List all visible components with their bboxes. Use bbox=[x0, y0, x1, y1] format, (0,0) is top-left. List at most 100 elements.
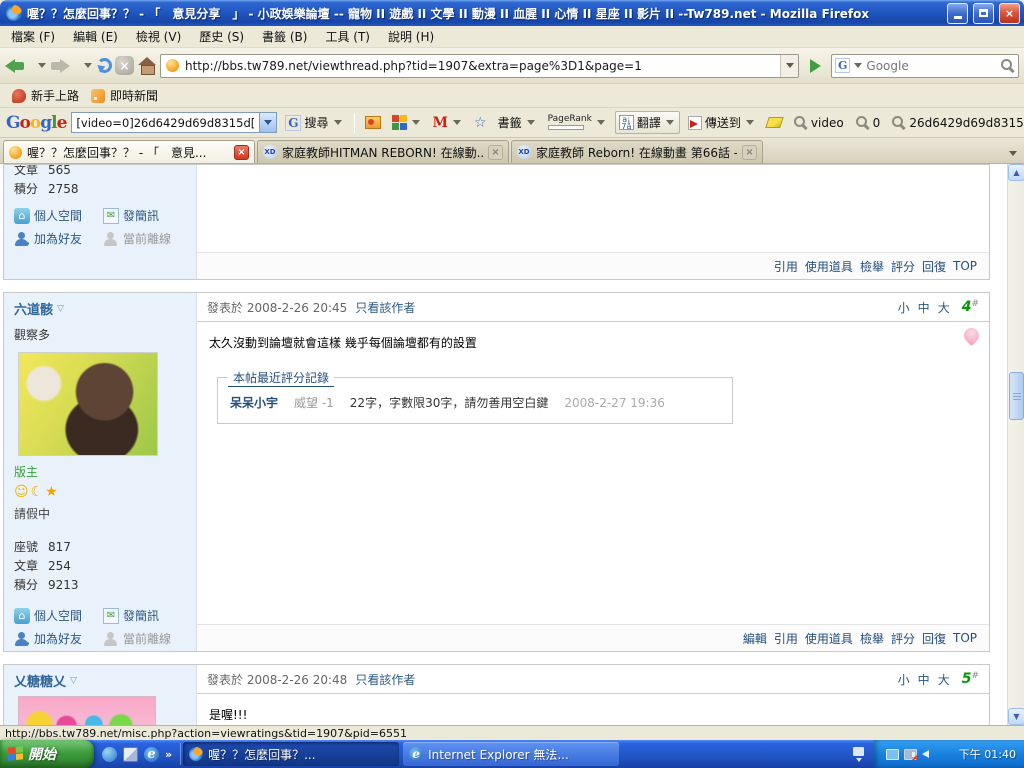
find-term-video[interactable]: video bbox=[790, 113, 847, 132]
bookmark-getting-started[interactable]: 新手上路 bbox=[8, 85, 83, 106]
report-link[interactable]: 檢舉 bbox=[860, 630, 884, 647]
menu-edit[interactable]: 編輯 (E) bbox=[64, 26, 127, 47]
forward-button[interactable] bbox=[51, 52, 79, 80]
send-pm-link[interactable]: ✉發簡訊 bbox=[103, 207, 186, 224]
tab-close-button[interactable]: × bbox=[742, 145, 757, 160]
tab-reborn-ep66[interactable]: 家庭教師 Reborn! 在線動畫 第66話 -... × bbox=[511, 140, 763, 163]
avatar[interactable] bbox=[18, 696, 156, 725]
back-history-dropdown[interactable] bbox=[38, 63, 46, 68]
stop-button[interactable]: × bbox=[115, 52, 134, 80]
search-engine-dropdown[interactable] bbox=[854, 63, 862, 68]
author-name[interactable]: 六道骸 bbox=[14, 299, 53, 318]
scroll-up-button[interactable]: ▲ bbox=[1008, 164, 1024, 181]
close-button[interactable]: × bbox=[999, 3, 1020, 24]
menu-view[interactable]: 檢視 (V) bbox=[127, 26, 190, 47]
taskbar-clock[interactable]: 下午 01:40 bbox=[959, 746, 1016, 762]
bookmark-latest-news[interactable]: 即時新聞 bbox=[87, 85, 162, 106]
minimize-button[interactable] bbox=[947, 3, 968, 24]
only-author-link[interactable]: 只看該作者 bbox=[355, 299, 415, 316]
avatar[interactable] bbox=[18, 352, 158, 456]
edit-link[interactable]: 編輯 bbox=[743, 630, 767, 647]
google-search-combo[interactable]: [video=0]26d6429d69d8315d[ bbox=[71, 112, 277, 133]
top-link[interactable]: TOP bbox=[953, 631, 977, 645]
tab-close-button[interactable]: × bbox=[234, 145, 249, 160]
rate-link[interactable]: 評分 bbox=[891, 630, 915, 647]
font-large-link[interactable]: 大 bbox=[938, 671, 950, 688]
search-icon[interactable] bbox=[1000, 58, 1015, 73]
only-author-link[interactable]: 只看該作者 bbox=[355, 671, 415, 688]
google-query-text[interactable]: [video=0]26d6429d69d8315d[ bbox=[72, 116, 259, 130]
address-bar[interactable]: http://bbs.tw789.net/viewthread.php?tid=… bbox=[160, 54, 799, 78]
report-link[interactable]: 檢舉 bbox=[860, 258, 884, 275]
rate-link[interactable]: 評分 bbox=[891, 258, 915, 275]
font-medium-link[interactable]: 中 bbox=[918, 671, 930, 688]
author-name[interactable]: 乂糖糖乂 bbox=[14, 671, 66, 690]
reply-link[interactable]: 回復 bbox=[922, 258, 946, 275]
search-options-dropdown[interactable] bbox=[334, 120, 342, 125]
top-link[interactable]: TOP bbox=[953, 259, 977, 273]
star-bookmark-button[interactable]: ☆ bbox=[471, 113, 490, 133]
network-monitor-icon[interactable] bbox=[886, 749, 899, 760]
tab-reborn-hitman[interactable]: 家庭教師HITMAN REBORN! 在線動... × bbox=[257, 140, 509, 163]
use-item-link[interactable]: 使用道具 bbox=[805, 258, 853, 275]
highlighter-button[interactable] bbox=[764, 115, 785, 130]
menu-file[interactable]: 檔案 (F) bbox=[2, 26, 64, 47]
find-term-0[interactable]: 0 bbox=[852, 113, 884, 132]
restore-button[interactable] bbox=[973, 3, 994, 24]
send-pm-link[interactable]: ✉發簡訊 bbox=[103, 607, 186, 624]
quick-launch-overflow-chevron[interactable]: » bbox=[165, 748, 172, 761]
home-button[interactable] bbox=[137, 52, 157, 80]
scroll-down-button[interactable]: ▼ bbox=[1008, 708, 1024, 725]
menu-history[interactable]: 歷史 (S) bbox=[190, 26, 253, 47]
add-friend-link[interactable]: 加為好友 bbox=[14, 230, 97, 247]
quote-link[interactable]: 引用 bbox=[774, 630, 798, 647]
font-medium-link[interactable]: 中 bbox=[918, 299, 930, 316]
url-history-dropdown[interactable] bbox=[780, 55, 798, 77]
profile-space-link[interactable]: ⌂個人空間 bbox=[14, 607, 97, 624]
volume-icon[interactable] bbox=[922, 750, 929, 758]
task-internet-explorer[interactable]: e Internet Explorer 無法... bbox=[403, 742, 619, 766]
photos-button[interactable] bbox=[362, 114, 384, 131]
font-large-link[interactable]: 大 bbox=[938, 299, 950, 316]
reply-link[interactable]: 回復 bbox=[922, 630, 946, 647]
menu-tools[interactable]: 工具 (T) bbox=[316, 26, 379, 47]
apps-button[interactable] bbox=[389, 113, 425, 132]
title-bar[interactable]: 喔？？怎麼回事？？ - 「 意見分享 」 - 小政娛樂論壇 -- 寵物 II 遊… bbox=[0, 0, 1024, 26]
author-menu-caret[interactable]: ▽ bbox=[70, 676, 77, 686]
find-term-hash[interactable]: 26d6429d69d8315d bbox=[888, 113, 1024, 132]
menu-help[interactable]: 說明 (H) bbox=[379, 26, 443, 47]
gmail-button[interactable]: M bbox=[430, 113, 467, 133]
language-bar[interactable] bbox=[843, 740, 874, 768]
start-button[interactable]: 開始 bbox=[0, 740, 94, 768]
quick-launch-app-icon[interactable] bbox=[123, 747, 138, 762]
search-input[interactable] bbox=[866, 59, 998, 73]
reload-button[interactable] bbox=[97, 52, 112, 80]
go-button[interactable] bbox=[802, 53, 828, 79]
google-search-button[interactable]: G 搜尋 bbox=[282, 112, 346, 133]
send-to-button[interactable]: 傳送到 bbox=[685, 112, 759, 133]
search-bar[interactable]: G bbox=[831, 54, 1019, 78]
task-firefox-window[interactable]: 喔？？怎麼回事？... bbox=[183, 742, 399, 766]
google-query-dropdown[interactable] bbox=[259, 113, 276, 132]
floor-number[interactable]: 4# bbox=[962, 299, 979, 315]
author-menu-caret[interactable]: ▽ bbox=[57, 304, 64, 314]
rating-user[interactable]: 呆呆小宇 bbox=[230, 394, 278, 411]
tab-close-button[interactable]: × bbox=[488, 145, 503, 160]
list-all-tabs-button[interactable] bbox=[1004, 143, 1022, 163]
translate-button[interactable]: a¡7ä 翻譯 bbox=[615, 111, 680, 134]
url-text[interactable]: http://bbs.tw789.net/viewthread.php?tid=… bbox=[179, 59, 780, 73]
disconnected-network-icon[interactable] bbox=[904, 749, 917, 760]
scrollbar-thumb[interactable] bbox=[1009, 372, 1024, 420]
add-friend-link[interactable]: 加為好友 bbox=[14, 630, 97, 647]
gt-bookmarks-button[interactable]: 書籤 bbox=[495, 112, 540, 133]
quick-launch-globe-icon[interactable] bbox=[102, 747, 117, 762]
quick-launch-ie-icon[interactable]: e bbox=[144, 747, 159, 762]
back-button[interactable] bbox=[5, 52, 33, 80]
quote-link[interactable]: 引用 bbox=[774, 258, 798, 275]
profile-space-link[interactable]: ⌂個人空間 bbox=[14, 207, 97, 224]
pagerank-button[interactable]: PageRank bbox=[545, 113, 610, 132]
menu-bookmarks[interactable]: 書籤 (B) bbox=[253, 26, 316, 47]
tab-current-thread[interactable]: 喔？？怎麼回事？？ - 「 意見... × bbox=[3, 140, 255, 163]
font-small-link[interactable]: 小 bbox=[898, 299, 910, 316]
font-small-link[interactable]: 小 bbox=[898, 671, 910, 688]
